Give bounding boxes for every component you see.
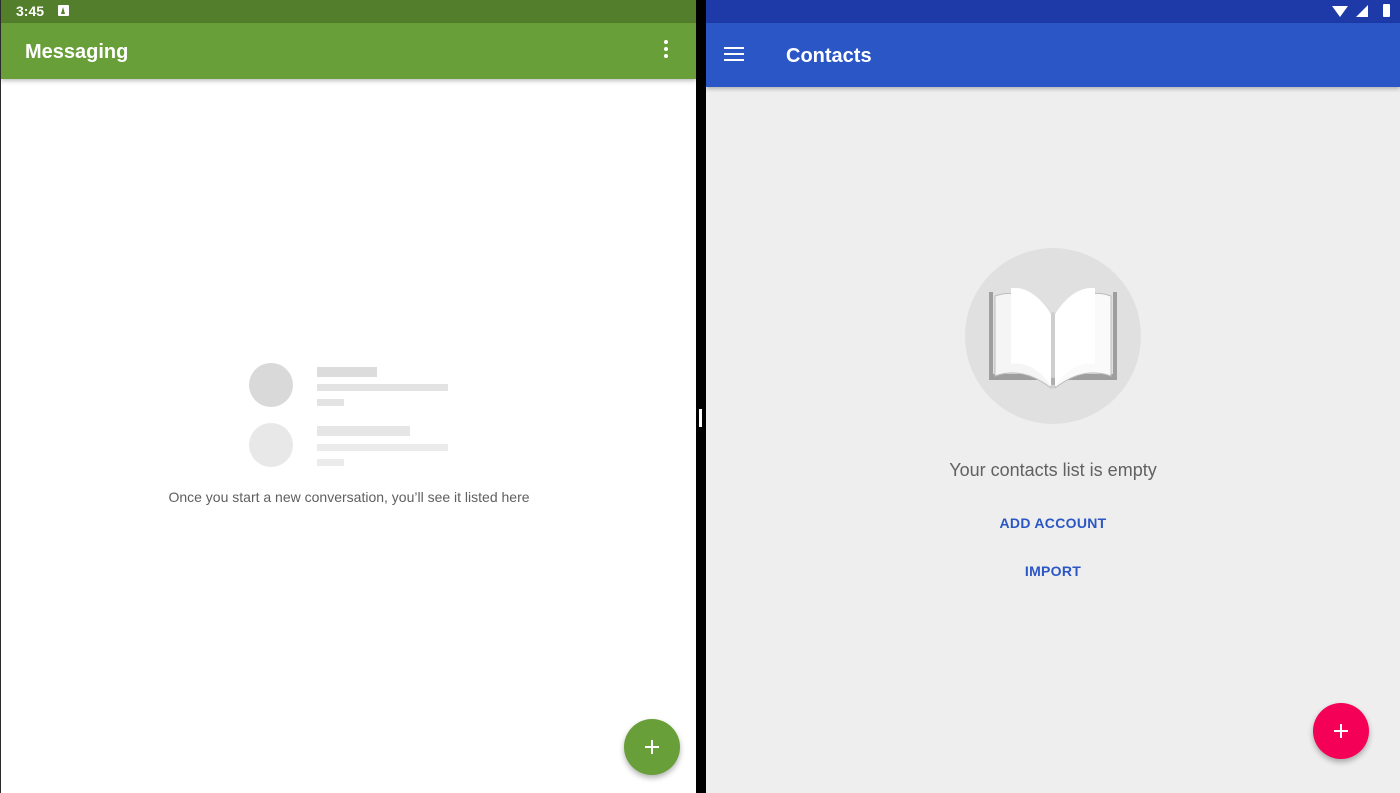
placeholder-line <box>317 367 377 377</box>
status-bar: 3:45 <box>1 0 696 23</box>
add-contact-button[interactable] <box>1313 703 1369 759</box>
app-title: Contacts <box>786 45 872 67</box>
plus-icon <box>1334 724 1348 738</box>
empty-conversations-illustration <box>249 363 449 473</box>
placeholder-avatar <box>249 363 293 407</box>
more-options-icon[interactable] <box>656 37 676 65</box>
split-screen-divider-handle[interactable] <box>699 409 702 427</box>
plus-icon <box>645 740 659 754</box>
contacts-pane: Contacts Your contacts list is empty ADD… <box>706 0 1400 793</box>
placeholder-avatar <box>249 423 293 467</box>
messaging-pane: 3:45 Messaging Once you start a new conv… <box>0 0 696 793</box>
import-button[interactable]: IMPORT <box>706 563 1400 579</box>
start-conversation-button[interactable] <box>624 719 680 775</box>
placeholder-line <box>317 459 344 466</box>
status-bar-right <box>706 0 1400 23</box>
empty-conversations-text: Once you start a new conversation, you’l… <box>168 489 530 505</box>
hamburger-menu-icon[interactable] <box>724 47 744 63</box>
placeholder-line <box>317 399 344 406</box>
contacts-app-bar: Contacts <box>706 23 1400 87</box>
cell-signal-icon <box>1356 5 1368 17</box>
placeholder-line <box>317 384 448 391</box>
app-title: Messaging <box>25 41 129 63</box>
empty-contacts-text: Your contacts list is empty <box>949 460 1157 480</box>
add-account-button[interactable]: ADD ACCOUNT <box>706 515 1400 531</box>
placeholder-line <box>317 426 410 436</box>
open-book-icon <box>965 248 1141 424</box>
wifi-icon <box>1332 6 1348 17</box>
battery-icon <box>1383 4 1390 17</box>
notification-icon <box>58 5 69 16</box>
placeholder-line <box>317 444 448 451</box>
messaging-app-bar: Messaging <box>1 23 696 79</box>
status-clock: 3:45 <box>16 3 45 19</box>
